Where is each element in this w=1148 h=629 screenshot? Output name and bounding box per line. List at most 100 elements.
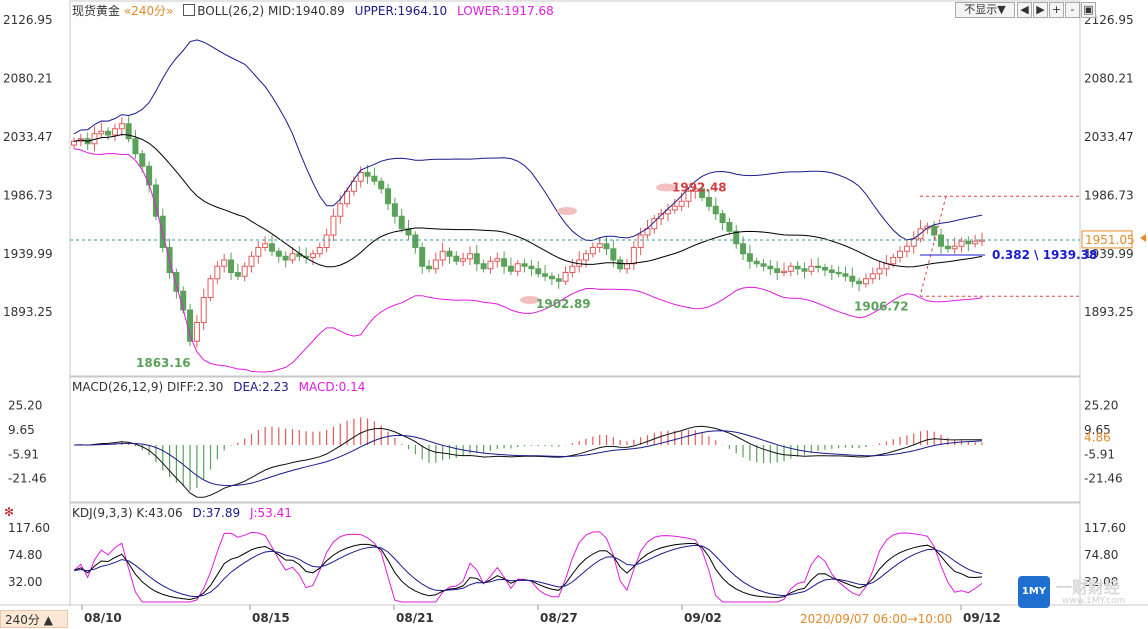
candle-body — [241, 265, 248, 277]
kdj-header: KDJ(9,3,3) K:43.06 D:37.89 J:53.41 — [72, 505, 292, 521]
zoom-in-button[interactable]: + — [1049, 2, 1064, 18]
y-tick-right: 1986.73 — [1084, 188, 1134, 202]
boll-mid: MID:1940.89 — [268, 4, 345, 18]
y-tick-left: 1986.73 — [3, 188, 53, 202]
kdj-d: D:37.89 — [192, 506, 241, 520]
candle-body — [282, 255, 289, 261]
candle-body — [972, 240, 979, 245]
candle-body — [562, 272, 569, 282]
candle-body — [200, 297, 207, 323]
macd-value-tag: 4.86 — [1084, 430, 1111, 444]
candle-body — [309, 253, 316, 258]
candle-body — [98, 130, 105, 135]
high-annotation: 1992.48 — [672, 181, 727, 195]
candle-body — [555, 278, 562, 282]
y-tick-right: 1893.25 — [1084, 305, 1134, 319]
candle-body — [521, 263, 528, 267]
restore-button[interactable]: ▣ — [1081, 2, 1096, 18]
candle-body — [193, 322, 200, 342]
candle-body — [71, 140, 77, 146]
candle-body — [623, 263, 630, 270]
candle-body — [466, 253, 473, 260]
boll-label: BOLL(26,2) — [197, 4, 265, 18]
x-tick-label: 08/15 — [252, 611, 290, 625]
candle-body — [603, 243, 610, 250]
x-tick-label: 09/12 — [963, 611, 1001, 625]
candle-body — [501, 258, 508, 267]
candle-body — [862, 278, 869, 285]
candle-body — [139, 153, 146, 167]
kdj-y-tick-right: 74.80 — [1084, 548, 1118, 562]
prev-button[interactable]: ◀ — [1017, 2, 1032, 18]
y-tick-left: 2126.95 — [3, 13, 53, 27]
candle-body — [125, 123, 132, 140]
y-tick-left: 1893.25 — [3, 305, 53, 319]
candle-body — [787, 265, 794, 272]
candle-body — [965, 240, 972, 245]
x-tick-label: 08/21 — [396, 611, 434, 625]
candle-body — [760, 263, 767, 267]
spike-marker — [557, 207, 577, 215]
candle-body — [344, 190, 351, 205]
candle-body — [398, 215, 405, 230]
candle-body — [323, 234, 330, 248]
last-price-value: 1951.05 — [1085, 233, 1135, 247]
candle-body — [610, 248, 617, 261]
candle-body — [835, 272, 842, 275]
display-select[interactable]: 不显示▼ — [955, 2, 1015, 18]
candle-body — [412, 234, 419, 248]
candle-body — [678, 200, 685, 207]
x-tick-label: 08/27 — [540, 611, 578, 625]
candle-body — [938, 234, 945, 247]
candle-body — [944, 245, 951, 250]
candle-body — [248, 255, 255, 267]
candle-body — [842, 273, 849, 277]
candle-body — [746, 253, 753, 262]
chart-canvas[interactable]: 2126.95 2126.952080.21 2080.212033.47 2033.… — [0, 0, 1148, 629]
boll-upper-line — [73, 39, 983, 241]
timeframe-label[interactable]: «240分» — [124, 4, 174, 18]
candle-body — [378, 180, 385, 190]
candle-body — [630, 247, 637, 265]
macd-y-tick-left: -5.91 — [8, 447, 39, 461]
candle-body — [542, 273, 549, 277]
candle-body — [897, 250, 904, 258]
candle-body — [781, 270, 788, 273]
candle-body — [473, 253, 480, 265]
candle-body — [234, 272, 241, 277]
candle-body — [514, 263, 521, 272]
timeframe-button[interactable]: 240分 ▲ — [0, 610, 68, 628]
fib-label: 0.382 \ 1939.38 — [992, 248, 1097, 262]
low-annotation: 1863.16 — [136, 356, 191, 370]
candle-body — [494, 258, 501, 262]
candle-body — [255, 247, 262, 257]
candle-body — [453, 255, 460, 262]
kdj-k-line — [73, 543, 983, 601]
boll-upper: UPPER:1964.10 — [354, 4, 448, 18]
gear-icon[interactable]: ✻ — [4, 505, 14, 519]
macd-diff: DIFF:2.30 — [166, 380, 224, 394]
macd-y-tick-left: 25.20 — [8, 399, 42, 413]
candle-body — [180, 290, 187, 311]
kdj-label: KDJ(9,3,3) — [72, 506, 133, 520]
next-button[interactable]: ▶ — [1033, 2, 1048, 18]
candle-body — [432, 259, 439, 270]
candle-body — [385, 188, 392, 205]
kdj-j-line — [73, 531, 983, 603]
crosshair-timestamp: 2020/09/07 06:00→10:00 — [800, 612, 953, 626]
candle-body — [726, 222, 733, 232]
candle-body — [849, 275, 856, 282]
y-tick-left: 2033.47 — [3, 130, 53, 144]
candle-body — [275, 250, 282, 257]
candle-body — [214, 265, 221, 280]
candle-body — [767, 265, 774, 270]
candle-body — [507, 265, 514, 272]
candle-body — [808, 265, 815, 272]
kdj-j: J:53.41 — [249, 506, 292, 520]
kdj-y-tick-right: 117.60 — [1084, 521, 1126, 535]
candle-body — [146, 165, 153, 186]
zoom-out-button[interactable]: - — [1065, 2, 1080, 18]
candle-body — [528, 265, 535, 270]
candle-body — [712, 205, 719, 215]
candle-body — [487, 260, 494, 270]
